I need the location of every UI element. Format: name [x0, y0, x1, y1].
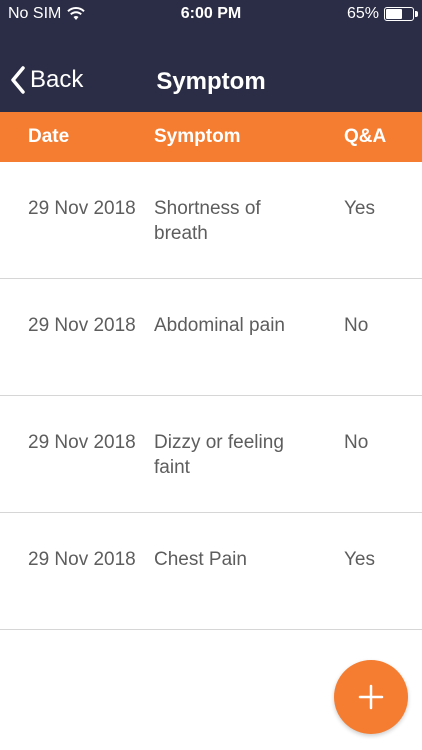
row-qa: No: [344, 315, 369, 336]
row-qa: Yes: [344, 549, 375, 570]
table-row[interactable]: 29 Nov 2018 Dizzy or feeling faint No: [0, 396, 422, 513]
battery-nub: [415, 11, 418, 17]
table-row[interactable]: 29 Nov 2018 Abdominal pain No: [0, 279, 422, 396]
battery-icon: [384, 7, 418, 21]
row-qa: Yes: [344, 198, 375, 219]
add-symptom-button[interactable]: [334, 660, 408, 734]
table-row[interactable]: 29 Nov 2018 Chest Pain Yes: [0, 513, 422, 630]
row-qa: No: [344, 432, 369, 453]
row-symptom: Abdominal pain: [154, 315, 285, 336]
row-date: 29 Nov 2018: [28, 198, 136, 219]
nav-bar: Back Symptom: [0, 28, 422, 112]
plus-icon: [358, 684, 384, 710]
symptom-list: 29 Nov 2018 Shortness of breath Yes 29 N…: [0, 162, 422, 630]
row-symptom: Shortness of breath: [154, 198, 261, 244]
battery-fill: [386, 9, 402, 19]
table-header: Date Symptom Q&A: [0, 112, 422, 162]
battery-group: 65%: [346, 5, 418, 23]
row-date: 29 Nov 2018: [28, 432, 136, 453]
row-date: 29 Nov 2018: [28, 315, 136, 336]
row-date: 29 Nov 2018: [28, 549, 136, 570]
status-bar: No SIM 6:00 PM 65%: [0, 0, 422, 28]
row-symptom: Chest Pain: [154, 549, 247, 570]
page-title: Symptom: [156, 68, 266, 95]
header-symptom: Symptom: [154, 126, 241, 147]
row-symptom: Dizzy or feeling faint: [154, 432, 284, 478]
header-date: Date: [28, 126, 70, 147]
table-row[interactable]: 29 Nov 2018 Shortness of breath Yes: [0, 162, 422, 279]
battery-percent: 65%: [346, 5, 379, 22]
header-qa: Q&A: [344, 126, 387, 147]
